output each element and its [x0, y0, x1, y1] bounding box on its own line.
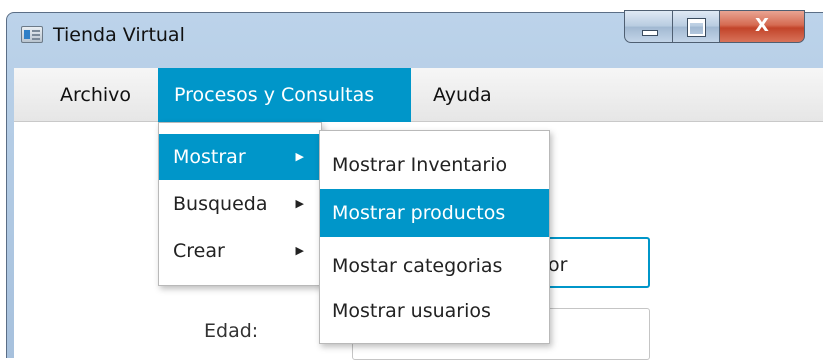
maximize-button[interactable] [672, 10, 720, 43]
menu-item-label: Busqueda [173, 193, 268, 215]
menu-item-mostrar[interactable]: Mostrar ▶ [159, 134, 321, 180]
menu-archivo[interactable]: Archivo [60, 68, 131, 122]
menu-item-busqueda[interactable]: Busqueda ▶ [159, 181, 321, 227]
menu-item-mostrar-categorias[interactable]: Mostar categorias [320, 242, 549, 290]
edad-label: Edad: [204, 320, 259, 342]
close-icon: X [755, 15, 769, 36]
menu-item-label: Mostrar [173, 146, 246, 168]
menu-procesos-y-consultas[interactable]: Procesos y Consultas [158, 68, 411, 122]
menu-item-crear[interactable]: Crear ▶ [159, 228, 321, 274]
menu-item-mostrar-usuarios[interactable]: Mostrar usuarios [320, 287, 549, 335]
window-title: Tienda Virtual [53, 24, 185, 46]
menu-bar [14, 68, 823, 122]
menu-item-mostrar-productos[interactable]: Mostrar productos [320, 189, 549, 237]
minimize-button[interactable] [624, 10, 673, 43]
app-icon [21, 26, 43, 43]
submenu-arrow-icon: ▶ [295, 150, 304, 163]
submenu-arrow-icon: ▶ [295, 244, 304, 257]
menu-item-mostrar-inventario[interactable]: Mostrar Inventario [320, 141, 549, 189]
menu-item-label: Crear [173, 240, 225, 262]
text-field-value: or [548, 254, 568, 276]
close-button[interactable]: X [719, 10, 805, 43]
submenu-arrow-icon: ▶ [295, 197, 304, 210]
menu-ayuda[interactable]: Ayuda [433, 68, 492, 122]
